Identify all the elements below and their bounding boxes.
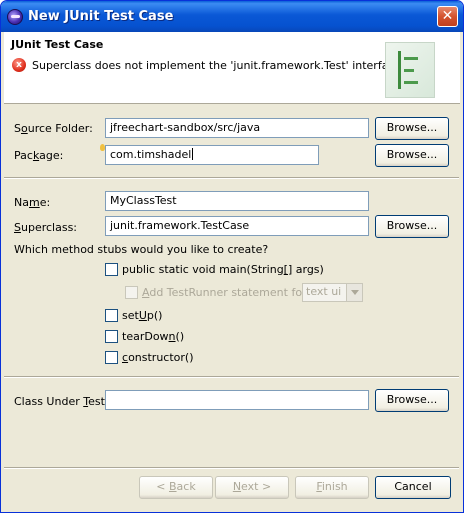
- name-field[interactable]: MyClassTest: [105, 191, 369, 211]
- close-button[interactable]: ✕: [437, 6, 458, 27]
- constructor-label[interactable]: constructor(): [122, 351, 194, 364]
- superclass-label: Superclass:: [14, 221, 77, 234]
- testrunner-checkbox[interactable]: [125, 286, 138, 299]
- cancel-button[interactable]: Cancel: [375, 476, 451, 499]
- eclipse-icon: [7, 9, 23, 25]
- teardown-label[interactable]: tearDown(): [122, 330, 184, 343]
- package-label: Package:: [14, 149, 64, 162]
- junit-wizard-graphic-icon: [385, 42, 435, 98]
- chevron-down-icon: [346, 284, 362, 301]
- next-button[interactable]: Next >: [215, 476, 289, 499]
- constructor-checkbox[interactable]: [105, 351, 118, 364]
- class-under-test-field[interactable]: [105, 390, 369, 410]
- title-bar[interactable]: New JUnit Test Case ✕: [1, 1, 463, 32]
- close-icon: ✕: [441, 8, 454, 24]
- setup-label[interactable]: setUp(): [122, 309, 162, 322]
- superclass-browse-button[interactable]: Browse...: [375, 215, 449, 238]
- window-title: New JUnit Test Case: [28, 9, 174, 24]
- source-folder-field[interactable]: jfreechart-sandbox/src/java: [105, 118, 369, 138]
- error-icon: x: [12, 58, 26, 72]
- package-browse-button[interactable]: Browse...: [375, 144, 449, 167]
- separator: [4, 467, 459, 469]
- separator: [4, 376, 459, 378]
- wizard-banner: JUnit Test Case x Superclass does not im…: [4, 32, 460, 104]
- main-method-checkbox[interactable]: [105, 263, 118, 276]
- finish-button[interactable]: Finish: [295, 476, 369, 499]
- package-field[interactable]: com.timshadel: [105, 145, 319, 165]
- back-button[interactable]: < Back: [139, 476, 213, 499]
- name-label: Name:: [14, 196, 51, 209]
- stubs-question: Which method stubs would you like to cre…: [14, 243, 269, 256]
- testrunner-ui-select[interactable]: text ui: [302, 283, 363, 302]
- page-title: JUnit Test Case: [11, 38, 104, 51]
- teardown-checkbox[interactable]: [105, 330, 118, 343]
- dialog-window: New JUnit Test Case ✕ JUnit Test Case x …: [0, 0, 464, 513]
- error-message: Superclass does not implement the 'junit…: [32, 59, 405, 72]
- class-under-test-browse-button[interactable]: Browse...: [375, 389, 449, 412]
- main-method-label[interactable]: public static void main(String[] args): [122, 263, 324, 276]
- separator: [4, 177, 459, 179]
- source-folder-label: Source Folder:: [14, 122, 93, 135]
- setup-checkbox[interactable]: [105, 309, 118, 322]
- testrunner-label: Add TestRunner statement for:: [142, 286, 311, 299]
- class-under-test-label: Class Under Test:: [14, 395, 109, 408]
- source-folder-browse-button[interactable]: Browse...: [375, 117, 449, 140]
- superclass-field[interactable]: junit.framework.TestCase: [105, 216, 369, 236]
